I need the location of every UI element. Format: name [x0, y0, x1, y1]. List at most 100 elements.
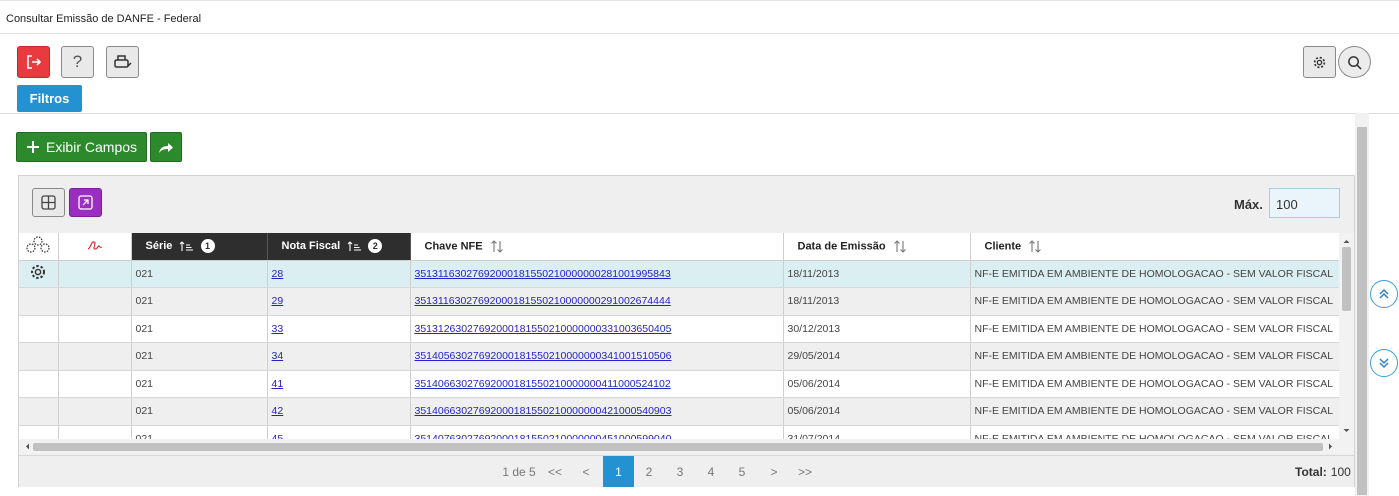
search-icon	[1348, 55, 1362, 70]
expand-button[interactable]	[69, 188, 102, 217]
chave-cell: 3513116302769200018155021000000028100199…	[410, 260, 784, 288]
chave-link[interactable]: 3514066302769200018155021000000042100054…	[415, 405, 672, 417]
nota-cell: 41	[267, 370, 411, 398]
filtros-button[interactable]: Filtros	[17, 85, 82, 112]
settings-button[interactable]	[1303, 46, 1336, 78]
table-row[interactable]: 021 45 351407630276920001815502100000004…	[19, 425, 1339, 439]
chave-link[interactable]: 3514056302769200018155021000000034100151…	[415, 350, 672, 362]
data-cell: 18/11/2013	[783, 260, 971, 288]
chave-cell: 3513126302769200018155021000000033100365…	[410, 315, 784, 343]
nota-link[interactable]: 42	[272, 405, 284, 417]
cliente-cell: NF-E EMITIDA EM AMBIENTE DE HOMOLOGACAO …	[970, 287, 1339, 316]
scroll-up-arrow-icon	[1343, 240, 1350, 243]
chave-cell: 3514066302769200018155021000000042100054…	[410, 397, 784, 426]
chave-link[interactable]: 3513116302769200018155021000000028100199…	[415, 268, 671, 280]
column-label: Chave NFE	[424, 240, 483, 253]
total-label: Total:	[1295, 464, 1327, 479]
search-button[interactable]	[1338, 46, 1371, 78]
nota-cell: 33	[267, 315, 411, 343]
page-button-3[interactable]: 3	[668, 456, 692, 487]
cliente-cell: NF-E EMITIDA EM AMBIENTE DE HOMOLOGACAO …	[970, 315, 1339, 343]
row-settings-cell[interactable]	[19, 287, 59, 316]
scroll-down-icon	[1379, 358, 1389, 369]
page-vertical-scrollbar[interactable]	[1355, 113, 1369, 496]
grid-horizontal-scrollbar[interactable]	[19, 439, 1354, 454]
scroll-top-button[interactable]	[1370, 280, 1398, 308]
signature-cell	[58, 260, 132, 288]
expand-icon	[78, 195, 93, 210]
row-settings-cell[interactable]	[19, 260, 59, 288]
signature-cell	[58, 315, 132, 343]
window-title: Consultar Emissão de DANFE - Federal	[6, 13, 202, 25]
title-bar: Consultar Emissão de DANFE - Federal	[0, 0, 1399, 34]
grid-layout-button[interactable]	[32, 188, 65, 217]
column-header-serie[interactable]: Série 1	[131, 233, 268, 261]
data-cell: 30/12/2013	[783, 315, 971, 343]
grid-vertical-scrollbar[interactable]	[1339, 233, 1354, 439]
row-settings-cell[interactable]	[19, 425, 59, 439]
nota-link[interactable]: 29	[272, 295, 284, 307]
share-icon	[159, 143, 173, 153]
column-settings-header[interactable]	[19, 233, 59, 261]
divider	[0, 113, 1399, 114]
page-button-2[interactable]: 2	[637, 456, 661, 487]
nota-cell: 34	[267, 342, 411, 371]
nota-link[interactable]: 41	[272, 378, 284, 390]
column-label: Nota Fiscal	[281, 240, 341, 253]
table-row[interactable]: 021 29 351311630276920001815502100000002…	[19, 287, 1339, 316]
exit-button[interactable]	[17, 46, 50, 78]
grid-icon	[41, 195, 56, 210]
data-grid: Série 1 Nota Fiscal 2 Chave NFE Data de …	[19, 233, 1339, 439]
page-button-4[interactable]: 4	[699, 456, 723, 487]
scroll-up-icon	[1379, 288, 1389, 299]
column-header-data-emissao[interactable]: Data de Emissão	[783, 233, 971, 261]
cliente-cell: NF-E EMITIDA EM AMBIENTE DE HOMOLOGACAO …	[970, 342, 1339, 371]
grid-vertical-scroll-thumb[interactable]	[1342, 247, 1351, 311]
table-row[interactable]: 021 33 351312630276920001815502100000003…	[19, 315, 1339, 343]
chave-cell: 3514076302769200018155021000000045100059…	[410, 425, 784, 439]
serie-cell: 021	[131, 287, 268, 316]
sort-icon	[893, 239, 906, 253]
first-page-button[interactable]: <<	[543, 456, 567, 487]
help-button[interactable]: ?	[61, 46, 94, 78]
table-row[interactable]: 021 41 351406630276920001815502100000004…	[19, 370, 1339, 398]
row-settings-cell[interactable]	[19, 397, 59, 426]
print-button[interactable]	[106, 46, 139, 78]
nota-cell: 29	[267, 287, 411, 316]
sort-order-badge: 2	[368, 239, 383, 254]
scroll-bottom-button[interactable]	[1370, 349, 1398, 377]
page-button-5[interactable]: 5	[730, 456, 754, 487]
table-row[interactable]: 021 42 351406630276920001815502100000004…	[19, 397, 1339, 426]
nota-link[interactable]: 33	[272, 323, 284, 335]
row-settings-cell[interactable]	[19, 370, 59, 398]
nota-cell: 42	[267, 397, 411, 426]
chave-link[interactable]: 3514066302769200018155021000000041100052…	[415, 378, 671, 390]
next-page-button[interactable]: >	[762, 456, 786, 487]
share-button[interactable]	[150, 132, 182, 162]
table-row[interactable]: 021 28 351311630276920001815502100000002…	[19, 260, 1339, 288]
serie-cell: 021	[131, 315, 268, 343]
column-header-cliente[interactable]: Cliente	[970, 233, 1339, 261]
grid-horizontal-scroll-thumb[interactable]	[33, 443, 1323, 451]
nota-link[interactable]: 28	[272, 268, 284, 280]
prev-page-button[interactable]: <	[574, 456, 598, 487]
chave-link[interactable]: 3513126302769200018155021000000033100365…	[415, 323, 672, 335]
data-table: Série 1 Nota Fiscal 2 Chave NFE Data de …	[19, 233, 1339, 439]
exibir-campos-button[interactable]: Exibir Campos	[16, 132, 147, 162]
chave-cell: 3514056302769200018155021000000034100151…	[410, 342, 784, 371]
grid-panel: Máx. 100 Série 1 Nota Fiscal 2 Chave NFE…	[18, 175, 1355, 487]
max-input[interactable]: 100	[1269, 188, 1340, 218]
column-header-chave-nfe[interactable]: Chave NFE	[410, 233, 784, 261]
column-header-nota-fiscal[interactable]: Nota Fiscal 2	[267, 233, 411, 261]
gear-icon	[31, 265, 46, 280]
row-settings-cell[interactable]	[19, 342, 59, 371]
page-button-1[interactable]: 1	[603, 456, 634, 487]
page-info: 1 de 5	[502, 464, 536, 479]
table-row[interactable]: 021 34 351405630276920001815502100000003…	[19, 342, 1339, 371]
sort-icon	[490, 239, 503, 253]
last-page-button[interactable]: >>	[793, 456, 817, 487]
nota-link[interactable]: 34	[272, 350, 284, 362]
page-vertical-scroll-thumb[interactable]	[1357, 127, 1367, 495]
chave-link[interactable]: 3513116302769200018155021000000029100267…	[415, 295, 671, 307]
row-settings-cell[interactable]	[19, 315, 59, 343]
